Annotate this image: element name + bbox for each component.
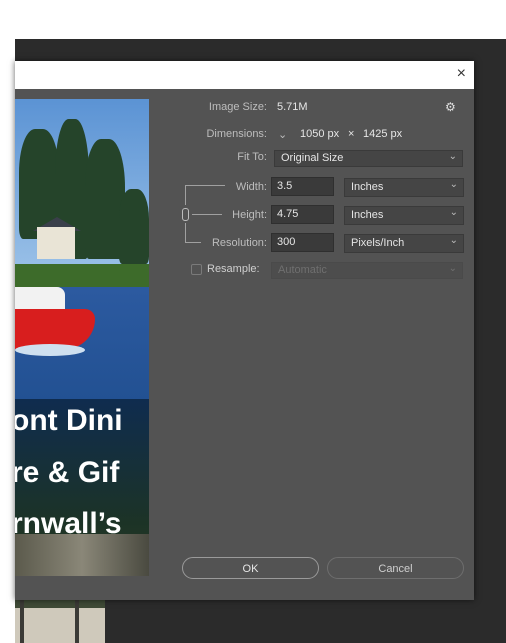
- resample-checkbox[interactable]: [191, 264, 202, 275]
- dimensions-height: 1425 px: [363, 128, 403, 140]
- ok-button[interactable]: OK: [182, 557, 319, 579]
- resolution-unit-select[interactable]: Pixels/Inch ⌄: [344, 234, 464, 253]
- chevron-down-icon: ⌄: [449, 179, 458, 190]
- preview-text-line-2: re & Gif: [15, 456, 120, 489]
- dimensions-label: Dimensions:: [206, 128, 267, 140]
- width-input[interactable]: 3.5: [271, 177, 334, 196]
- gear-icon[interactable]: ⚙: [445, 100, 456, 114]
- constraint-line: [185, 185, 225, 186]
- constraint-line: [185, 223, 186, 243]
- chevron-down-icon: ⌄: [449, 207, 458, 218]
- constraint-line: [192, 214, 222, 215]
- height-label: Height:: [232, 209, 267, 221]
- resample-label: Resample:: [207, 263, 260, 275]
- dimensions-times: ×: [348, 128, 355, 140]
- width-label: Width:: [235, 181, 267, 193]
- dialog-titlebar: ×: [15, 61, 474, 89]
- resolution-label: Resolution:: [211, 237, 267, 249]
- close-icon[interactable]: ×: [457, 65, 466, 83]
- chevron-down-icon: ⌄: [448, 263, 457, 274]
- resolution-input[interactable]: 300: [271, 233, 334, 252]
- width-unit-select[interactable]: Inches ⌄: [344, 178, 464, 197]
- link-chain-icon[interactable]: [182, 208, 189, 221]
- dimensions-width: 1050 px: [300, 128, 340, 140]
- chevron-down-icon: ⌄: [449, 235, 458, 246]
- height-unit-select[interactable]: Inches ⌄: [344, 206, 464, 225]
- constraint-line: [185, 242, 201, 243]
- fit-to-select[interactable]: Original Size ⌄: [274, 150, 463, 167]
- constraint-line: [185, 185, 186, 205]
- fit-to-label: Fit To:: [237, 151, 267, 163]
- resample-method-select[interactable]: Automatic ⌄: [271, 262, 463, 279]
- preview-text-line-1: ont Dini: [15, 404, 123, 437]
- image-size-value: 5.71M: [277, 101, 308, 113]
- chevron-down-icon[interactable]: ⌄: [278, 128, 287, 141]
- height-input[interactable]: 4.75: [271, 205, 334, 224]
- image-size-label: Image Size:: [208, 101, 267, 113]
- cancel-button[interactable]: Cancel: [327, 557, 464, 579]
- chevron-down-icon: ⌄: [448, 151, 457, 162]
- document-canvas-peek: [15, 598, 105, 643]
- image-size-dialog: × ont Dini re & Gif rnwall’s Image Size:…: [15, 61, 474, 600]
- image-preview[interactable]: ont Dini re & Gif rnwall’s: [15, 99, 149, 576]
